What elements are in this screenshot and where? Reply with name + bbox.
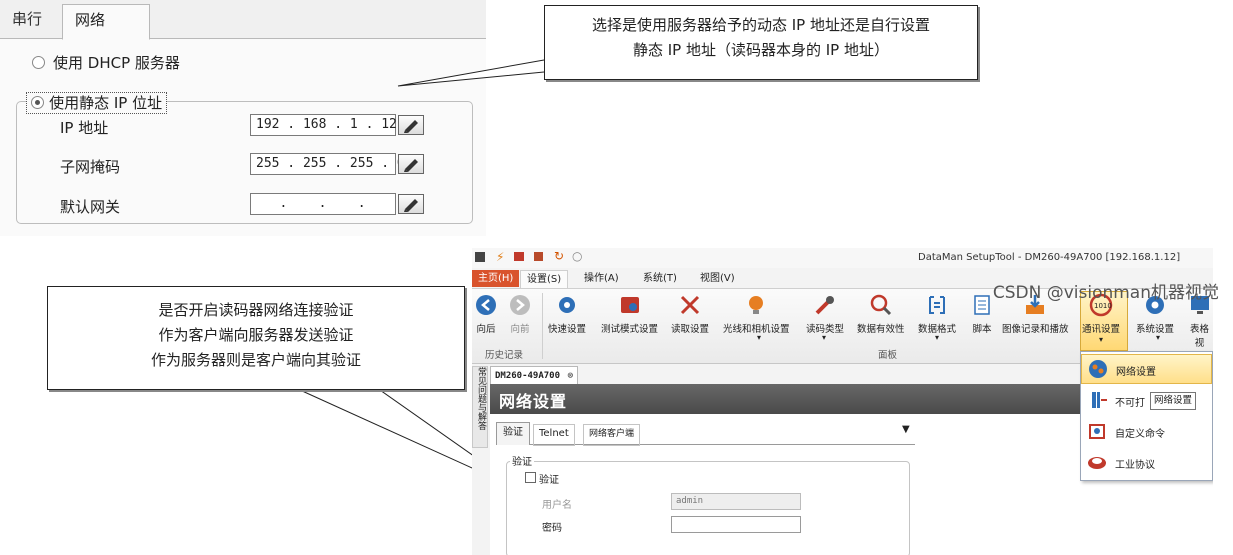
protocol-icon: [1088, 457, 1106, 469]
lightbulb-icon: [744, 293, 768, 317]
forward-button[interactable]: 向前: [508, 293, 532, 335]
script-button[interactable]: 脚本: [970, 293, 994, 335]
verification-checkbox-label: 验证: [539, 475, 559, 486]
quick-setup-label: 快速设置: [548, 324, 587, 335]
chevron-down-icon[interactable]: ▾: [757, 333, 761, 342]
callout-line: 选择是使用服务器给予的动态 IP 地址还是自行设置: [591, 16, 930, 34]
circle-icon[interactable]: ○: [572, 249, 582, 263]
script-label: 脚本: [972, 324, 992, 335]
menu-item-custom-command[interactable]: 自定义命令: [1081, 417, 1212, 447]
side-tab-faq[interactable]: 常见问题与解答: [472, 366, 488, 448]
test-mode-label: 测试模式设置: [601, 324, 659, 335]
tab-verification[interactable]: 验证: [496, 422, 530, 445]
callout-line: 作为客户端向服务器发送验证: [158, 326, 354, 344]
menu-item-label: 自定义命令: [1115, 429, 1165, 440]
monitor-icon[interactable]: [514, 252, 524, 261]
dropdown-arrow-icon[interactable]: ▼: [902, 424, 910, 435]
lightning-icon[interactable]: ⚡: [496, 250, 504, 264]
callout-line: 静态 IP 地址（读码器本身的 IP 地址）: [632, 41, 889, 59]
document-tab[interactable]: DM260-49A700 ⊗: [490, 366, 578, 384]
username-label: 用户名: [542, 500, 572, 511]
title-bar: ⚡ ↻ ○ DataMan SetupTool - DM260-49A700 […: [472, 248, 1213, 268]
chevron-down-icon[interactable]: ▾: [822, 333, 826, 342]
callout-ip-mode: 选择是使用服务器给予的动态 IP 地址还是自行设置 静态 IP 地址（读码器本身…: [544, 5, 978, 80]
chevron-down-icon[interactable]: ▾: [1156, 333, 1160, 342]
close-icon[interactable]: ⊗: [568, 367, 573, 385]
callout-line: 是否开启读码器网络连接验证: [158, 301, 354, 319]
history-group-label: 历史记录: [485, 350, 524, 361]
verification-checkbox[interactable]: [525, 472, 536, 483]
test-mode-button[interactable]: 测试模式设置: [601, 293, 658, 335]
callout-line: 作为服务器则是客户端向其验证: [150, 351, 361, 369]
back-label: 向后: [476, 324, 496, 335]
comm-settings-dropdown: 网络设置 不可打 自定义命令 工业协议: [1080, 351, 1213, 481]
back-arrow-icon: [474, 293, 498, 317]
forward-arrow-icon: [508, 293, 532, 317]
chevron-down-icon: ▾: [1099, 335, 1104, 344]
read-settings-label: 读取设置: [671, 324, 710, 335]
globe-icon: [1089, 360, 1107, 378]
menu-item-label: 不可打: [1115, 398, 1145, 409]
system-settings-label: 系统设置: [1136, 324, 1175, 335]
menu-item-industrial-protocol[interactable]: 工业协议: [1081, 448, 1212, 478]
username-field[interactable]: admin: [671, 493, 801, 510]
data-validation-button[interactable]: 数据有效性: [857, 293, 905, 335]
pilcrow-icon: [1092, 392, 1107, 408]
document-tab-label: DM260-49A700: [495, 371, 561, 381]
menu-item-network-settings[interactable]: 网络设置: [1081, 354, 1212, 384]
tab-view[interactable]: 视图(V): [694, 270, 741, 287]
tooltip: 网络设置: [1150, 392, 1197, 410]
app-icon: [475, 252, 485, 262]
forward-label: 向前: [510, 324, 530, 335]
refresh-icon[interactable]: ↻: [554, 249, 564, 263]
read-settings-button[interactable]: 读取设置: [671, 293, 709, 335]
save-icon[interactable]: [534, 252, 543, 261]
back-button[interactable]: 向后: [474, 293, 498, 335]
tab-system[interactable]: 系统(T): [637, 270, 683, 287]
magnifier-icon: [869, 293, 893, 317]
document-icon: [970, 293, 994, 317]
test-mode-icon: [618, 293, 642, 317]
window-title: DataMan SetupTool - DM260-49A700 [192.16…: [918, 252, 1181, 263]
tab-network-client[interactable]: 网络客户端: [583, 424, 641, 446]
comm-settings-label: 通讯设置: [1082, 324, 1121, 335]
tab-operations[interactable]: 操作(A): [578, 270, 625, 287]
password-label: 密码: [542, 523, 562, 534]
data-format-button[interactable]: 数据格式: [918, 293, 956, 335]
table-view-label: 表格视: [1189, 324, 1209, 349]
image-record-label: 图像记录和播放: [1002, 324, 1069, 335]
tab-telnet[interactable]: Telnet: [533, 424, 575, 446]
tools-icon: [678, 293, 702, 317]
tab-home[interactable]: 主页(H): [472, 270, 520, 287]
chevron-down-icon[interactable]: ▾: [935, 333, 939, 342]
menu-item-label: 网络设置: [1116, 367, 1156, 378]
sub-tabstrip: 验证 Telnet 网络客户端 ▼: [496, 422, 915, 446]
custom-command-icon: [1089, 424, 1105, 439]
light-camera-button[interactable]: 光线和相机设置: [723, 293, 790, 335]
data-validation-label: 数据有效性: [857, 324, 905, 335]
gear-wand-icon: [555, 293, 579, 317]
panel-group-label: 面板: [878, 350, 898, 361]
password-field[interactable]: [671, 516, 801, 533]
tab-settings[interactable]: 设置(S): [520, 270, 569, 288]
verification-group-label: 验证: [510, 453, 534, 468]
callout-verification: 是否开启读码器网络连接验证 作为客户端向服务器发送验证 作为服务器则是客户端向其…: [47, 286, 465, 390]
format-icon: [925, 293, 949, 317]
svg-text:1010: 1010: [1094, 302, 1112, 310]
wrench-icon: [813, 293, 837, 317]
group-divider: [542, 293, 543, 359]
symbology-button[interactable]: 读码类型: [806, 293, 844, 335]
watermark: CSDN @visionman机器视觉: [992, 283, 1219, 303]
page-title: 网络设置: [499, 392, 568, 411]
menu-item-label: 工业协议: [1115, 460, 1155, 471]
quick-setup-button[interactable]: 快速设置: [548, 293, 586, 335]
